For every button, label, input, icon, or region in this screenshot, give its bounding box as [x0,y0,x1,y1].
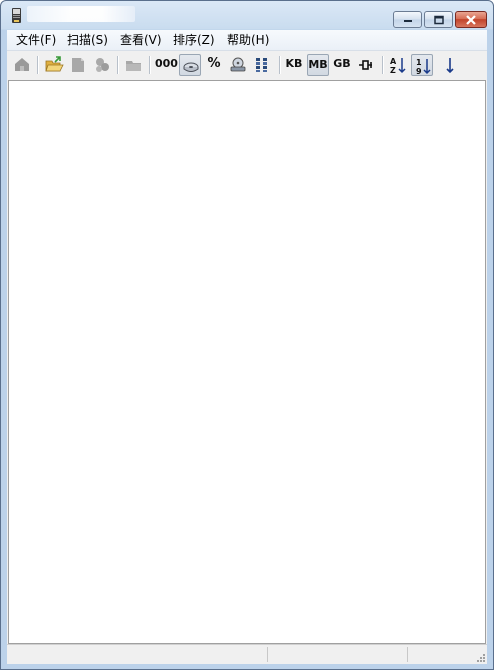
svg-text:1: 1 [416,58,422,67]
toolbar-separator [37,56,38,74]
auto-unit-icon [359,60,372,70]
minimize-icon [403,19,412,22]
maximize-button[interactable] [424,11,453,28]
drive-button[interactable] [227,54,249,76]
menu-help[interactable]: 帮助(H) [227,33,269,47]
sort-az-icon: A Z [390,57,406,75]
open-button[interactable] [43,54,65,76]
size-button[interactable] [179,54,201,76]
mb-button[interactable]: MB [307,54,329,76]
app-window: 文件(F) 扫描(S) 查看(V) 排序(Z) 帮助(H) 000 % KB M… [0,0,494,670]
disk-icon [183,62,199,72]
refresh-button[interactable] [91,54,113,76]
mb-label: MB [308,58,328,71]
page-button[interactable] [67,54,89,76]
refresh-icon [96,58,109,72]
sort-direction-button[interactable] [439,54,461,76]
drive-icon [230,57,246,72]
status-pane-extra [407,647,468,662]
percent-button[interactable]: % [203,54,225,76]
page-icon [72,58,84,72]
menu-sort[interactable]: 排序(Z) [173,33,215,47]
kb-label: KB [285,57,303,70]
toolbar-separator [117,56,118,74]
menu-bar: 文件(F) 扫描(S) 查看(V) 排序(Z) 帮助(H) [7,30,487,51]
folder-icon [126,61,141,71]
close-icon [466,15,476,24]
auto-unit-button[interactable] [355,54,377,76]
status-bar [7,644,487,664]
up-folder-button[interactable] [11,54,33,76]
menu-scan[interactable]: 扫描(S) [67,33,108,47]
percent-label: % [207,56,221,71]
toolbar-separator [279,56,280,74]
svg-text:A: A [390,57,397,66]
window-title [27,6,135,22]
maximize-icon [433,15,444,24]
columns-icon [256,58,267,72]
sort-size-button[interactable]: 1 9 [411,54,433,76]
kb-button[interactable]: KB [283,54,305,76]
columns-button[interactable] [251,54,273,76]
gb-label: GB [333,57,351,70]
menu-file[interactable]: 文件(F) [16,33,56,47]
status-pane-main [7,647,10,662]
arrow-down-icon [446,58,454,74]
status-pane-info [267,647,368,662]
toolbar-separator [149,56,150,74]
svg-text:Z: Z [390,66,396,75]
folder-up-icon [15,58,29,71]
caption-buttons [391,11,487,28]
title-bar[interactable] [1,1,493,30]
toolbar: 000 % KB MB GB A Z 1 9 [7,51,487,79]
sort-19-icon: 1 9 [416,58,431,76]
client-area: 文件(F) 扫描(S) 查看(V) 排序(Z) 帮助(H) 000 % KB M… [7,30,487,664]
svg-text:9: 9 [416,67,422,76]
open-folder-icon [45,56,64,72]
resize-grip-icon[interactable] [475,652,485,662]
close-button[interactable] [455,11,487,28]
toolbar-separator [382,56,383,74]
menu-view[interactable]: 查看(V) [120,33,162,47]
gb-button[interactable]: GB [331,54,353,76]
minimize-button[interactable] [393,11,422,28]
sort-name-button[interactable]: A Z [387,54,409,76]
count-label: 000 [155,57,178,70]
tree-view[interactable] [8,80,486,644]
folder-button[interactable] [123,54,145,76]
count-button[interactable]: 000 [155,54,178,76]
app-icon [12,8,21,23]
